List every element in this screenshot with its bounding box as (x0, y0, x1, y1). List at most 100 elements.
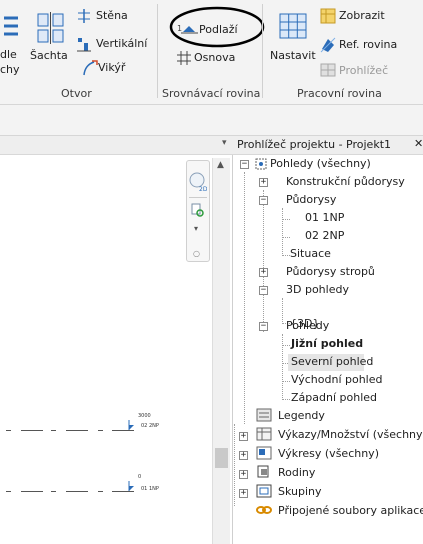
schedule-icon (256, 427, 272, 441)
tree-item-severni-pohled[interactable]: Severní pohled (291, 355, 373, 368)
tree-item-vykresy[interactable]: Výkresy (všechny) (278, 447, 379, 460)
tree-item-02-2np[interactable]: 02 2NP (305, 229, 344, 242)
tree-item-01-1np[interactable]: 01 1NP (305, 211, 344, 224)
tree-item-jizni-pohled[interactable]: Jižní pohled (291, 337, 363, 350)
level-head-icon (128, 420, 134, 430)
level-name: 01 1NP (141, 486, 159, 492)
cut-off-tool-icon[interactable] (2, 14, 22, 40)
tree-connector (282, 381, 290, 382)
tree-connector (282, 219, 290, 220)
options-bar (0, 105, 423, 136)
ribbon: dle chy Šachta Stěna Vertikální Vikýř Ot… (0, 0, 423, 105)
vertical-scrollbar[interactable]: ▲ (212, 158, 230, 544)
tree-item-pohledy-vsechny[interactable]: Pohledy (všechny) (270, 157, 371, 170)
nastavit-label: Nastavit (270, 49, 316, 62)
nav-options-icon[interactable]: ○ (193, 249, 200, 258)
tree-item-pudorysy[interactable]: Půdorysy (286, 193, 336, 206)
tree-connector (282, 298, 283, 324)
dormer-icon (83, 60, 98, 76)
prohlizec-button[interactable]: Prohlížeč (320, 62, 420, 79)
scroll-thumb[interactable] (215, 448, 228, 468)
expand-icon[interactable]: + (259, 268, 268, 277)
reference-plane-icon (320, 37, 336, 53)
links-icon (256, 506, 272, 514)
level-elevation: 0 (138, 474, 142, 480)
expand-icon[interactable]: + (239, 470, 248, 479)
scroll-up-icon[interactable]: ▲ (217, 160, 224, 170)
workplane-viewer-icon (320, 63, 336, 77)
tree-item-zapadni-pohled[interactable]: Západní pohled (291, 391, 377, 404)
families-icon (257, 465, 269, 478)
tree-connector (282, 334, 283, 400)
tree-item-vykazy[interactable]: Výkazy/Množství (všechny) (278, 428, 423, 441)
collapse-icon[interactable]: − (240, 160, 249, 169)
tree-item-pohledy[interactable]: Pohledy (286, 319, 329, 332)
vertical-opening-icon (77, 38, 91, 52)
tree-item-konstrukcni-pudorysy[interactable]: Konstrukční půdorysy (286, 175, 405, 188)
close-icon[interactable]: ✕ (414, 137, 423, 150)
sheets-icon (256, 446, 272, 460)
nastavit-button[interactable]: Nastavit (270, 8, 320, 80)
stena-label: Stěna (96, 9, 128, 22)
collapse-icon[interactable]: − (259, 286, 268, 295)
vertikalni-button[interactable]: Vertikální (76, 35, 156, 52)
pracovni-panel-label[interactable]: Pracovní rovina (297, 87, 382, 100)
collapse-icon[interactable]: − (259, 322, 268, 331)
expand-icon[interactable]: + (239, 451, 248, 460)
level-head-icon (128, 481, 134, 491)
expand-icon[interactable]: + (239, 432, 248, 441)
nav-divider (189, 197, 207, 198)
tree-connector (244, 172, 245, 424)
tree-item-vychodni-pohled[interactable]: Východní pohled (291, 373, 383, 386)
wall-opening-icon (78, 9, 90, 23)
tree-connector (282, 255, 290, 256)
zoom-dropdown-icon[interactable]: ▾ (194, 224, 198, 233)
sachta-button[interactable]: Šachta (30, 10, 74, 82)
dropdown-arrow-icon[interactable]: ▾ (222, 138, 227, 148)
tree-connector (282, 399, 290, 400)
tree-item-rodiny[interactable]: Rodiny (278, 466, 315, 479)
zobrazit-button[interactable]: Zobrazit (320, 8, 420, 25)
tree-connector (234, 424, 235, 506)
vikyr-button[interactable]: Vikýř (82, 59, 142, 76)
panel-separator (157, 4, 158, 98)
project-browser-title: Prohlížeč projektu - Projekt1 (237, 138, 392, 151)
prohlizec-label: Prohlížeč (339, 64, 389, 77)
tree-connector (282, 345, 290, 346)
view-cube-2d-icon[interactable]: 2D (189, 171, 207, 193)
views-icon (255, 158, 267, 170)
osnova-label: Osnova (194, 51, 236, 64)
grid-icon (177, 51, 191, 65)
groups-icon (256, 484, 272, 498)
tree-item-situace[interactable]: Situace (290, 247, 331, 260)
legend-icon (256, 408, 272, 422)
tree-item-pudorysy-stropu[interactable]: Půdorysy stropů (286, 265, 375, 278)
tree-item-skupiny[interactable]: Skupiny (278, 485, 322, 498)
tree-item-3d-pohledy[interactable]: 3D pohledy (286, 283, 349, 296)
sachta-label: Šachta (30, 49, 68, 62)
srovnavaci-panel-label[interactable]: Srovnávací rovina (162, 87, 260, 100)
project-browser-header: Prohlížeč projektu - Projekt1 ✕ (232, 136, 423, 155)
expand-icon[interactable]: + (259, 178, 268, 187)
ref-rovina-label: Ref. rovina (339, 38, 398, 51)
otvor-panel-label[interactable]: Otvor (61, 87, 92, 100)
vertikalni-label: Vertikální (96, 37, 148, 50)
expand-icon[interactable]: + (239, 489, 248, 498)
svg-text:2D: 2D (199, 186, 207, 193)
level-name: 02 2NP (141, 423, 159, 429)
zoom-icon[interactable] (191, 203, 205, 219)
shaft-icon (37, 12, 64, 44)
stena-button[interactable]: Stěna (76, 8, 156, 25)
tree-connector (282, 208, 283, 256)
highlight-circle (169, 6, 265, 48)
cut-off-tool-label-bottom[interactable]: chy (0, 63, 20, 76)
view-tab-strip: ▾ (0, 136, 232, 155)
tree-item-pripojene-soubory[interactable]: Připojené soubory aplikace (278, 504, 423, 517)
collapse-icon[interactable]: − (259, 196, 268, 205)
tree-connector (282, 237, 290, 238)
tree-item-legendy[interactable]: Legendy (278, 409, 325, 422)
osnova-button[interactable]: Osnova (176, 50, 246, 68)
cut-off-tool-label-top[interactable]: dle (0, 48, 17, 61)
panel-separator (262, 4, 263, 98)
ref-rovina-button[interactable]: Ref. rovina (320, 37, 420, 54)
